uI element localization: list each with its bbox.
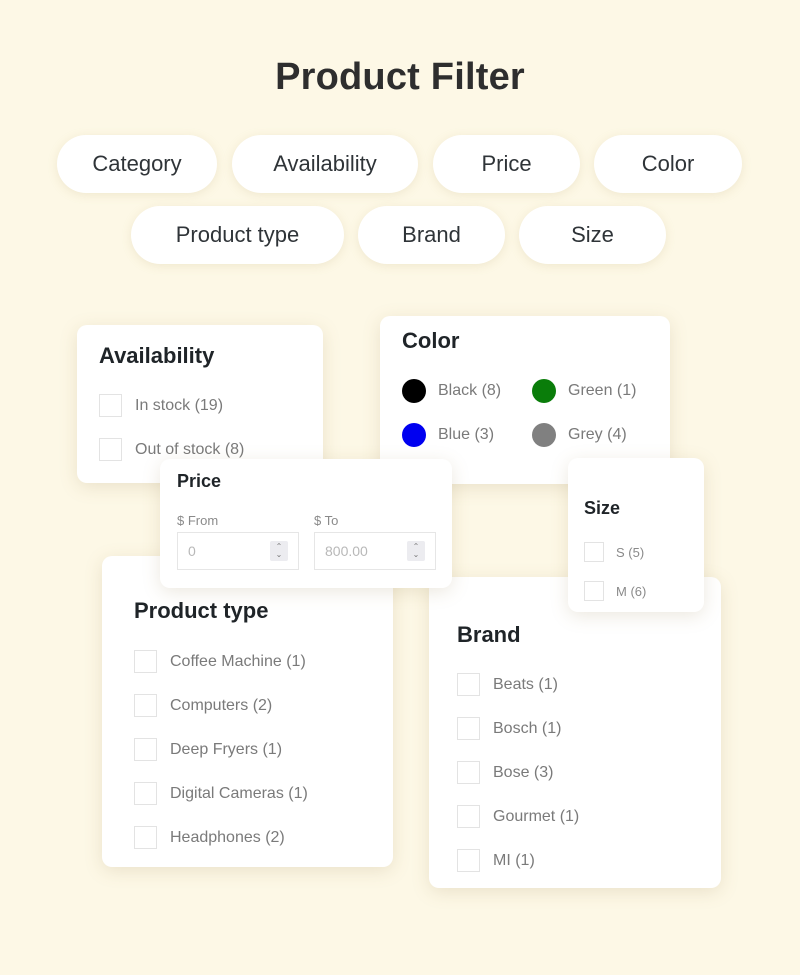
- product-type-option[interactable]: Coffee Machine (1): [134, 650, 306, 673]
- price-to-input[interactable]: 800.00 ⌃ ⌄: [314, 532, 436, 570]
- option-label: Gourmet (1): [493, 807, 580, 825]
- option-label: MI (1): [493, 851, 535, 869]
- checkbox[interactable]: [584, 581, 604, 601]
- size-option-m[interactable]: M (6): [584, 581, 646, 601]
- pill-availability[interactable]: Availability: [232, 135, 418, 193]
- product-filter-page: Product Filter Category Availability Pri…: [0, 0, 800, 975]
- spinner-icon[interactable]: ⌃ ⌄: [270, 541, 288, 561]
- option-label: Computers (2): [170, 696, 273, 714]
- brand-option[interactable]: Gourmet (1): [457, 805, 579, 828]
- color-title: Color: [402, 328, 460, 353]
- price-to-label: $ To: [314, 513, 339, 528]
- color-option-blue[interactable]: Blue (3): [402, 423, 494, 447]
- brand-option[interactable]: Bose (3): [457, 761, 553, 784]
- price-filter-card: Price $ From $ To 0 ⌃ ⌄ 800.00 ⌃ ⌄: [160, 459, 452, 588]
- color-option-grey[interactable]: Grey (4): [532, 423, 627, 447]
- availability-option-in-stock[interactable]: In stock (19): [99, 394, 223, 417]
- option-label: Bosch (1): [493, 719, 562, 737]
- option-label: Beats (1): [493, 675, 558, 693]
- product-type-filter-card: Product type Coffee Machine (1) Computer…: [102, 556, 393, 867]
- availability-option-out-of-stock[interactable]: Out of stock (8): [99, 438, 244, 461]
- checkbox[interactable]: [99, 438, 122, 461]
- brand-option[interactable]: Beats (1): [457, 673, 558, 696]
- option-label: Out of stock (8): [135, 440, 245, 458]
- checkbox[interactable]: [99, 394, 122, 417]
- brand-filter-card: Brand Beats (1) Bosch (1) Bose (3) Gourm…: [429, 577, 721, 888]
- color-swatch-icon[interactable]: [402, 423, 426, 447]
- option-label: Bose (3): [493, 763, 554, 781]
- pill-product-type[interactable]: Product type: [131, 206, 344, 264]
- option-label: Headphones (2): [170, 828, 285, 846]
- option-label: Coffee Machine (1): [170, 652, 306, 670]
- product-type-option[interactable]: Computers (2): [134, 694, 272, 717]
- product-type-title: Product type: [134, 598, 269, 623]
- option-label: M (6): [616, 583, 647, 599]
- color-option-black[interactable]: Black (8): [402, 379, 501, 403]
- option-label: Green (1): [568, 382, 637, 399]
- brand-option[interactable]: MI (1): [457, 849, 535, 872]
- color-option-green[interactable]: Green (1): [532, 379, 636, 403]
- pill-category[interactable]: Category: [57, 135, 217, 193]
- brand-option[interactable]: Bosch (1): [457, 717, 561, 740]
- price-from-label: $ From: [177, 513, 219, 528]
- availability-title: Availability: [99, 343, 215, 368]
- size-option-s[interactable]: S (5): [584, 542, 644, 562]
- checkbox[interactable]: [584, 542, 604, 562]
- checkbox[interactable]: [134, 782, 157, 805]
- checkbox[interactable]: [134, 738, 157, 761]
- checkbox[interactable]: [134, 694, 157, 717]
- option-label: Deep Fryers (1): [170, 740, 283, 758]
- checkbox[interactable]: [457, 805, 480, 828]
- pill-size[interactable]: Size: [519, 206, 666, 264]
- option-label: Digital Cameras (1): [170, 784, 308, 802]
- option-label: Grey (4): [568, 426, 627, 443]
- price-from-input[interactable]: 0 ⌃ ⌄: [177, 532, 299, 570]
- size-filter-card: Size S (5) M (6): [568, 458, 704, 612]
- pill-color[interactable]: Color: [594, 135, 742, 193]
- product-type-option[interactable]: Deep Fryers (1): [134, 738, 282, 761]
- option-label: In stock (19): [135, 396, 224, 414]
- checkbox[interactable]: [457, 673, 480, 696]
- spinner-down-icon[interactable]: ⌄: [413, 551, 420, 559]
- color-swatch-icon[interactable]: [402, 379, 426, 403]
- option-label: S (5): [616, 544, 645, 560]
- checkbox[interactable]: [134, 826, 157, 849]
- brand-title: Brand: [457, 622, 521, 647]
- price-title: Price: [177, 471, 222, 491]
- pill-price[interactable]: Price: [433, 135, 580, 193]
- pill-brand[interactable]: Brand: [358, 206, 505, 264]
- checkbox[interactable]: [457, 717, 480, 740]
- color-swatch-icon[interactable]: [532, 423, 556, 447]
- product-type-option[interactable]: Digital Cameras (1): [134, 782, 308, 805]
- checkbox[interactable]: [134, 650, 157, 673]
- size-title: Size: [584, 498, 621, 518]
- option-label: Black (8): [438, 382, 502, 399]
- input-value: 800.00: [325, 543, 368, 559]
- checkbox[interactable]: [457, 761, 480, 784]
- spinner-down-icon[interactable]: ⌄: [276, 551, 283, 559]
- product-type-option[interactable]: Headphones (2): [134, 826, 285, 849]
- spinner-icon[interactable]: ⌃ ⌄: [407, 541, 425, 561]
- input-value: 0: [188, 543, 196, 559]
- option-label: Blue (3): [438, 426, 495, 443]
- color-swatch-icon[interactable]: [532, 379, 556, 403]
- checkbox[interactable]: [457, 849, 480, 872]
- page-title: Product Filter: [275, 56, 525, 98]
